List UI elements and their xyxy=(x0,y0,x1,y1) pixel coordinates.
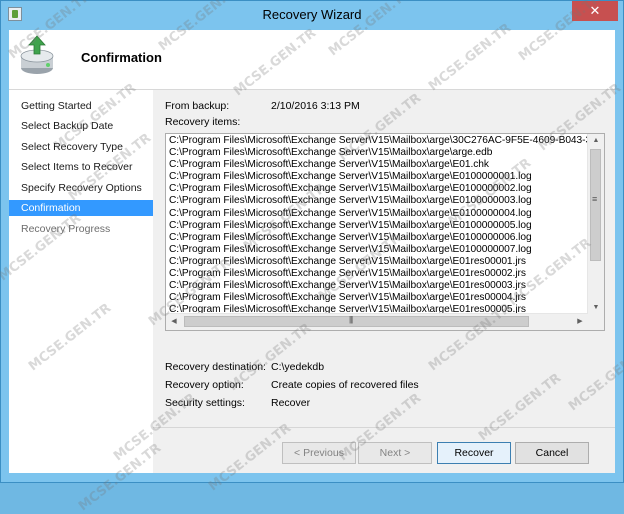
security-settings-value: Recover xyxy=(271,397,311,409)
recovery-option-value: Create copies of recovered files xyxy=(271,379,419,391)
recover-button[interactable]: Recover xyxy=(437,442,511,464)
recovery-item-row[interactable]: C:\Program Files\Microsoft\Exchange Serv… xyxy=(169,244,589,256)
nav-step-confirmation[interactable]: Confirmation xyxy=(9,200,153,216)
recovery-item-row[interactable]: C:\Program Files\Microsoft\Exchange Serv… xyxy=(169,195,589,207)
recovery-item-row[interactable]: C:\Program Files\Microsoft\Exchange Serv… xyxy=(169,159,589,171)
recovery-item-row[interactable]: C:\Program Files\Microsoft\Exchange Serv… xyxy=(169,256,589,268)
recovery-item-row[interactable]: C:\Program Files\Microsoft\Exchange Serv… xyxy=(169,135,589,147)
vertical-scroll-thumb[interactable] xyxy=(590,149,601,261)
nav-step-recovery-progress: Recovery Progress xyxy=(21,223,111,235)
button-separator xyxy=(153,427,615,428)
recovery-wizard-window: Recovery Wizard ✕ Confirmation Getting S… xyxy=(0,0,624,483)
previous-button[interactable]: < Previous xyxy=(282,442,356,464)
from-backup-value: 2/10/2016 3:13 PM xyxy=(271,100,360,112)
scroll-down-arrow-icon[interactable]: ▼ xyxy=(588,301,604,315)
close-button[interactable]: ✕ xyxy=(572,1,618,21)
recovery-item-row[interactable]: C:\Program Files\Microsoft\Exchange Serv… xyxy=(169,183,589,195)
nav-step-select-items[interactable]: Select Items to Recover xyxy=(9,159,153,175)
nav-step-select-recovery-type[interactable]: Select Recovery Type xyxy=(9,139,153,155)
nav-step-select-backup-date[interactable]: Select Backup Date xyxy=(9,118,153,134)
title-bar[interactable]: Recovery Wizard ✕ xyxy=(1,1,623,29)
confirmation-panel: From backup: 2/10/2016 3:13 PM Recovery … xyxy=(153,90,615,473)
recovery-items-label: Recovery items: xyxy=(165,116,241,128)
recovery-option-label: Recovery option: xyxy=(165,379,244,391)
vertical-scrollbar[interactable]: ▲ ▼ xyxy=(587,134,604,315)
wizard-client-area: Confirmation Getting Started Select Back… xyxy=(9,30,615,473)
security-settings-label: Security settings: xyxy=(165,397,245,409)
recovery-item-row[interactable]: C:\Program Files\Microsoft\Exchange Serv… xyxy=(169,220,589,232)
recovery-item-row[interactable]: C:\Program Files\Microsoft\Exchange Serv… xyxy=(169,208,589,220)
scroll-left-arrow-icon[interactable]: ◀ xyxy=(166,314,182,330)
horizontal-scrollbar[interactable]: ◀ ▶ xyxy=(166,313,588,330)
recovery-item-row[interactable]: C:\Program Files\Microsoft\Exchange Serv… xyxy=(169,232,589,244)
cancel-button[interactable]: Cancel xyxy=(515,442,589,464)
nav-step-recovery-options[interactable]: Specify Recovery Options xyxy=(9,180,153,196)
window-title: Recovery Wizard xyxy=(262,7,362,22)
scroll-right-arrow-icon[interactable]: ▶ xyxy=(572,314,588,330)
next-button[interactable]: Next > xyxy=(358,442,432,464)
scroll-up-arrow-icon[interactable]: ▲ xyxy=(588,134,604,148)
recovery-destination-value: C:\yedekdb xyxy=(271,361,325,373)
wizard-step-list: Getting Started Select Backup Date Selec… xyxy=(9,90,153,473)
backup-restore-icon xyxy=(20,35,54,74)
recovery-items-list[interactable]: C:\Program Files\Microsoft\Exchange Serv… xyxy=(165,133,605,331)
recovery-items-viewport: C:\Program Files\Microsoft\Exchange Serv… xyxy=(169,135,589,315)
recovery-item-row[interactable]: C:\Program Files\Microsoft\Exchange Serv… xyxy=(169,171,589,183)
wizard-header: Confirmation xyxy=(9,30,615,90)
recovery-item-row[interactable]: C:\Program Files\Microsoft\Exchange Serv… xyxy=(169,292,589,304)
scrollbar-corner xyxy=(588,314,604,330)
horizontal-scroll-thumb[interactable] xyxy=(184,315,529,327)
recovery-item-row[interactable]: C:\Program Files\Microsoft\Exchange Serv… xyxy=(169,147,589,159)
recovery-destination-label: Recovery destination: xyxy=(165,361,266,373)
recovery-item-row[interactable]: C:\Program Files\Microsoft\Exchange Serv… xyxy=(169,268,589,280)
recovery-item-row[interactable]: C:\Program Files\Microsoft\Exchange Serv… xyxy=(169,280,589,292)
nav-step-getting-started[interactable]: Getting Started xyxy=(9,98,153,114)
from-backup-label: From backup: xyxy=(165,100,230,112)
page-title: Confirmation xyxy=(81,50,162,65)
